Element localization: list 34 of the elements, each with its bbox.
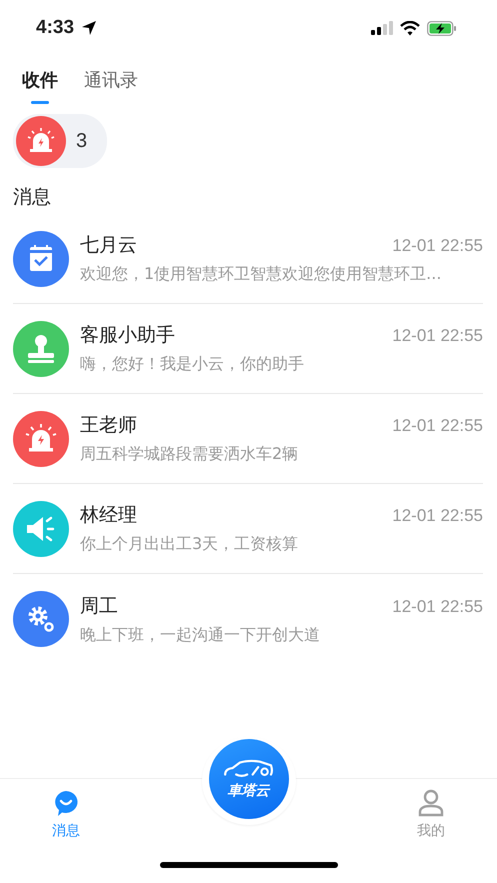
- sender-name: 客服小助手: [80, 323, 175, 348]
- sender-name: 七月云: [80, 233, 137, 258]
- tab[interactable]: 通讯录: [84, 66, 138, 104]
- message-preview: 你上个月出出工3天，工资核算: [80, 534, 300, 555]
- message-time: 12-01 22:55: [392, 416, 483, 436]
- alert-badge[interactable]: 3: [13, 114, 108, 168]
- tab[interactable]: 收件: [22, 66, 58, 104]
- person-icon: [417, 789, 445, 817]
- message-time: 12-01 22:55: [392, 326, 483, 346]
- status-time: 4:33: [36, 17, 74, 39]
- alert-count: 3: [76, 130, 88, 152]
- message-time: 12-01 22:55: [392, 596, 483, 616]
- message-preview: 周五科学城路段需要洒水车2辆: [80, 444, 300, 465]
- battery-icon: [427, 20, 457, 36]
- logo-text: 車塔云: [228, 782, 270, 800]
- wifi-icon: [400, 20, 420, 36]
- sender-name: 林经理: [80, 503, 137, 528]
- message-preview: 欢迎您，1使用智慧环卫智慧欢迎您使用智慧环卫...: [80, 264, 442, 285]
- message-item[interactable]: 七月云 12-01 22:55 欢迎您，1使用智慧环卫智慧欢迎您使用智慧环卫...: [13, 214, 483, 304]
- sender-name: 王老师: [80, 413, 137, 438]
- alarm-icon: [16, 116, 66, 166]
- message-time: 12-01 22:55: [392, 236, 483, 256]
- chat-icon: [52, 789, 80, 817]
- message-item[interactable]: 客服小助手 12-01 22:55 嗨，您好！我是小云，你的助手: [13, 304, 483, 394]
- message-preview: 嗨，您好！我是小云，你的助手: [80, 354, 305, 375]
- message-item[interactable]: 林经理 12-01 22:55 你上个月出出工3天，工资核算: [13, 484, 483, 574]
- message-time: 12-01 22:55: [392, 506, 483, 526]
- section-title: 消息: [12, 185, 52, 210]
- sender-name: 周工: [80, 594, 118, 618]
- message-preview: 晚上下班，一起沟通一下开创大道: [80, 624, 321, 646]
- location-arrow-icon: [81, 20, 98, 36]
- message-item[interactable]: 周工 12-01 22:55 晚上下班，一起沟通一下开创大道: [13, 574, 483, 664]
- signal-icon: [371, 21, 393, 35]
- message-item[interactable]: 王老师 12-01 22:55 周五科学城路段需要洒水车2辆: [13, 394, 483, 484]
